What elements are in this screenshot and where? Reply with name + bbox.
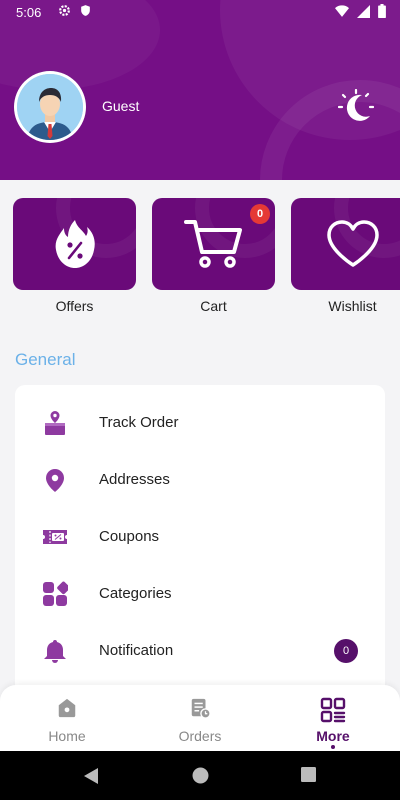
- profile-header: 5:06 Guest: [0, 0, 400, 180]
- active-indicator: [331, 745, 335, 749]
- track-order-icon: [45, 411, 65, 435]
- nav-orders[interactable]: Orders: [150, 697, 250, 744]
- coupon-icon: [43, 530, 67, 544]
- shield-icon: [81, 5, 90, 16]
- menu-item-coupons[interactable]: Coupons: [15, 508, 385, 565]
- location-pin-icon: [46, 469, 64, 492]
- wifi-icon: [335, 5, 349, 17]
- menu-item-label: Categories: [99, 585, 172, 602]
- battery-icon: [378, 4, 386, 18]
- home-button-icon[interactable]: [192, 767, 209, 784]
- fire-percent-icon: [55, 220, 95, 268]
- nav-label: Orders: [178, 728, 222, 744]
- wishlist-card[interactable]: [291, 198, 400, 290]
- system-navigation-bar: [0, 751, 400, 800]
- nav-label: Home: [48, 728, 86, 744]
- nav-label: More: [316, 728, 350, 744]
- orders-icon: [191, 698, 211, 719]
- menu-item-label: Coupons: [99, 528, 160, 545]
- menu-item-label: Addresses: [99, 471, 170, 488]
- menu-item-categories[interactable]: Categories: [15, 565, 385, 622]
- cart-label: Cart: [200, 298, 227, 314]
- settings-icon: [59, 5, 70, 16]
- offers-card[interactable]: [13, 198, 136, 290]
- menu-item-notification[interactable]: Notification 0: [15, 622, 385, 679]
- dark-mode-toggle-icon[interactable]: [338, 89, 374, 125]
- avatar[interactable]: [14, 71, 86, 143]
- cart-icon: [183, 220, 242, 268]
- menu-item-track-order[interactable]: Track Order: [15, 394, 385, 451]
- status-bar: 5:06: [0, 0, 400, 24]
- wishlist-label: Wishlist: [328, 298, 377, 314]
- heart-icon: [326, 220, 379, 267]
- username: Guest: [102, 98, 140, 114]
- menu-item-label: Notification: [99, 642, 174, 659]
- recents-icon[interactable]: [301, 767, 316, 782]
- cart-card[interactable]: 0: [152, 198, 275, 290]
- section-title-general: General: [15, 350, 76, 369]
- menu-item-addresses[interactable]: Addresses: [15, 451, 385, 508]
- offers-label: Offers: [55, 298, 94, 314]
- nav-home[interactable]: Home: [17, 697, 117, 744]
- menu-item-label: Track Order: [99, 414, 179, 431]
- general-menu: Track Order Addresses Coupons Categories: [15, 385, 385, 705]
- home-icon: [58, 698, 76, 718]
- quick-actions: Offers 0 Cart Wishlist: [13, 198, 400, 318]
- notification-badge: 0: [334, 639, 358, 663]
- status-time: 5:06: [16, 5, 42, 20]
- bell-icon: [44, 640, 66, 663]
- grid-icon: [320, 697, 346, 723]
- cart-badge: 0: [250, 204, 270, 224]
- back-icon[interactable]: [83, 767, 99, 785]
- signal-icon: [357, 4, 370, 18]
- nav-more[interactable]: More: [283, 697, 383, 749]
- bottom-nav: Home Orders More: [0, 685, 400, 751]
- user-avatar-icon: [17, 74, 83, 140]
- categories-icon: [43, 581, 68, 606]
